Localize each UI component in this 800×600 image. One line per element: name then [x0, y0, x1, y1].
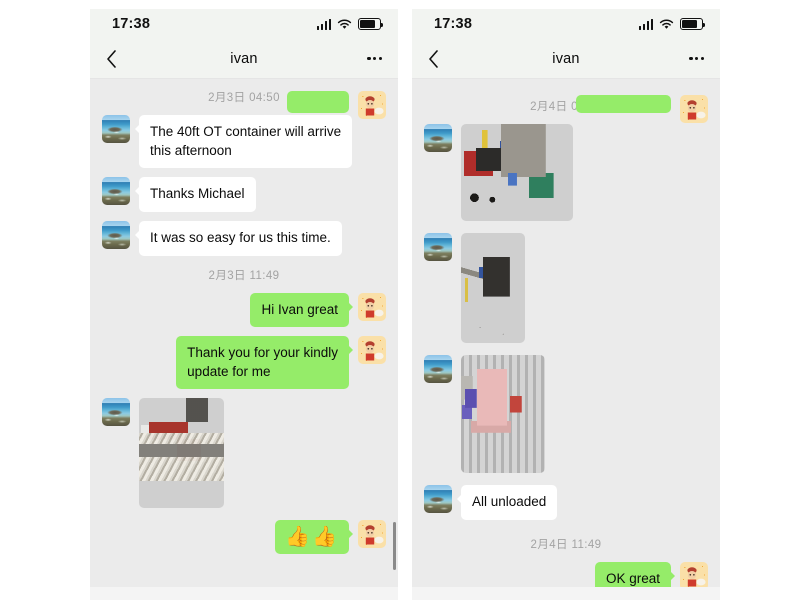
contact-ocean-avatar[interactable]: [424, 355, 452, 383]
contact-ocean-avatar[interactable]: [102, 398, 130, 427]
self-cartoon-avatar[interactable]: [680, 561, 708, 587]
self-cartoon-avatar[interactable]: [358, 292, 386, 321]
clipped-bubble: [287, 91, 349, 113]
wifi-icon: [337, 18, 352, 30]
message-row: 👍👍: [102, 520, 386, 555]
status-bar: 17:38: [412, 9, 720, 39]
day-stamp: 2月3日 11:49: [208, 269, 280, 282]
battery-icon: [680, 18, 706, 30]
message-bubble[interactable]: Thank you for your kindly update for me: [176, 336, 353, 390]
message-photo-conveyor[interactable]: [461, 233, 525, 343]
message-row: Thanks Michael: [102, 177, 386, 212]
message-bubble[interactable]: It was so easy for us this time.: [135, 220, 342, 256]
contact-ocean-avatar[interactable]: [102, 220, 130, 249]
message-row: All unloaded: [424, 485, 708, 520]
image-message-row: [424, 124, 708, 221]
contact-ocean-avatar[interactable]: [424, 485, 452, 513]
message-bubble[interactable]: Hi Ivan great: [250, 292, 353, 328]
image-message-row: [424, 233, 708, 343]
signal-icon: [316, 18, 331, 30]
clipped-message-top: [576, 95, 708, 123]
self-cartoon-avatar[interactable]: [680, 95, 708, 123]
contact-ocean-avatar[interactable]: [102, 177, 130, 206]
message-list-left[interactable]: 2月3日 04:50 The 40ft OT container will ar…: [90, 39, 398, 587]
nav-bar: ivan: [412, 39, 720, 78]
wifi-icon: [659, 18, 674, 30]
message-bubble[interactable]: All unloaded: [456, 485, 558, 520]
day-stamp: 2月4日 11:49: [530, 538, 602, 551]
status-bar: 17:38: [90, 9, 398, 39]
status-time: 17:38: [434, 16, 473, 32]
battery-icon: [358, 18, 384, 30]
image-message-row: [102, 398, 386, 509]
more-options-button[interactable]: [678, 56, 704, 61]
message-list-right[interactable]: 2月4日 09:02 All unloaded 2月4日 11:49 OK gr…: [412, 39, 720, 587]
message-bubble[interactable]: OK great: [594, 561, 676, 587]
nav-bar: ivan: [90, 39, 398, 78]
contact-ocean-avatar[interactable]: [102, 115, 130, 143]
message-row: Hi Ivan great: [102, 292, 386, 328]
image-message-row: [424, 355, 708, 473]
self-cartoon-avatar[interactable]: [358, 336, 386, 365]
message-photo-forklift[interactable]: [461, 124, 573, 221]
screenshot-stage: 17:38 ivan 2月3日 04:50 The 40ft OT contai…: [0, 0, 800, 600]
status-icon-group: [638, 18, 706, 30]
clipped-bubble: [576, 95, 671, 113]
panel-footer: [412, 587, 720, 600]
more-options-button[interactable]: [356, 56, 382, 61]
chat-title: ivan: [552, 50, 580, 67]
signal-icon: [638, 18, 653, 30]
message-row: OK great: [424, 561, 708, 587]
scrollbar-thumb[interactable]: [392, 522, 396, 570]
self-cartoon-avatar[interactable]: [358, 520, 386, 549]
self-cartoon-avatar[interactable]: [358, 91, 386, 119]
chat-screenshot-left: 17:38 ivan 2月3日 04:50 The 40ft OT contai…: [90, 9, 398, 600]
message-row: It was so easy for us this time.: [102, 220, 386, 256]
status-time: 17:38: [112, 16, 151, 32]
message-bubble[interactable]: The 40ft OT container will arrive this a…: [134, 115, 353, 169]
message-bubble[interactable]: Thanks Michael: [135, 177, 256, 212]
chat-title: ivan: [230, 50, 258, 67]
chat-screenshot-right: 17:38 ivan 2月4日 09:02 All unloaded 2月4日 …: [412, 9, 720, 600]
message-row: Thank you for your kindly update for me: [102, 336, 386, 390]
back-button[interactable]: [428, 49, 454, 68]
contact-ocean-avatar[interactable]: [424, 233, 452, 261]
message-photo-truck[interactable]: [139, 398, 224, 509]
clipped-message-top: [287, 91, 386, 119]
status-icon-group: [316, 18, 384, 30]
message-photo-pump[interactable]: [461, 355, 545, 473]
panel-footer: [90, 587, 398, 600]
back-button[interactable]: [106, 49, 132, 68]
message-row: The 40ft OT container will arrive this a…: [102, 115, 386, 169]
message-bubble-emoji[interactable]: 👍👍: [275, 520, 353, 555]
contact-ocean-avatar[interactable]: [424, 124, 452, 152]
